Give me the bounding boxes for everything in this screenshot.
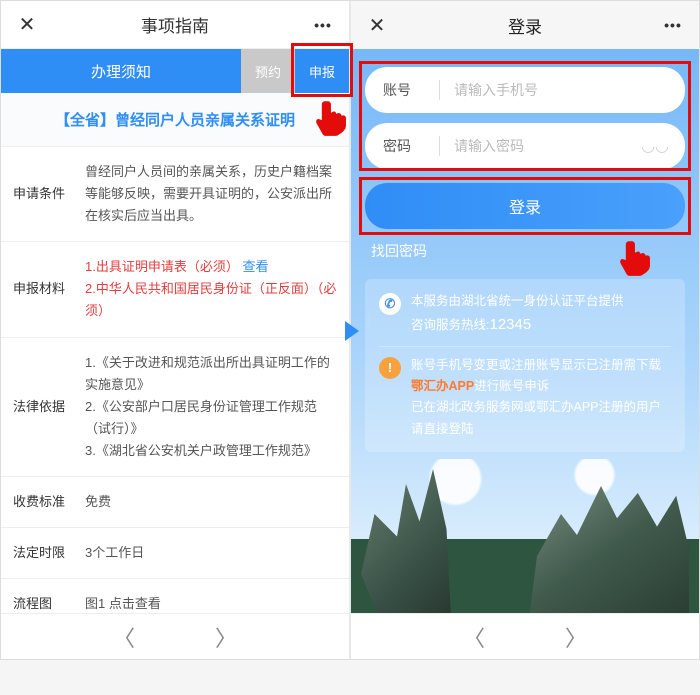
- password-placeholder: 请输入密码: [454, 136, 667, 156]
- account-placeholder: 请输入手机号: [454, 80, 667, 100]
- label-materials: 申报材料: [13, 256, 85, 322]
- row-materials: 申报材料 1.出具证明申请表（必须） 查看 2.中华人民共和国居民身份证（正反面…: [1, 242, 349, 337]
- login-button[interactable]: 登录: [365, 183, 685, 229]
- nav-back-icon[interactable]: 〈: [113, 621, 135, 653]
- tab-reserve[interactable]: 预约: [241, 49, 295, 93]
- info-hotline: ✆ 本服务由湖北省统一身份认证平台提供 咨询服务热线:12345: [379, 291, 671, 338]
- content-materials: 1.出具证明申请表（必须） 查看 2.中华人民共和国居民身份证（正反面）（必须）: [85, 256, 337, 322]
- label-conditions: 申请条件: [13, 161, 85, 227]
- password-label: 密码: [383, 136, 425, 156]
- row-flow: 流程图 图1 点击查看: [1, 579, 349, 613]
- info-warning: ! 账号手机号变更或注册账号显示已注册需下载鄂汇办APP进行账号申诉 已在湖北政…: [379, 346, 671, 440]
- nav-back-icon[interactable]: 〈: [463, 621, 485, 653]
- forgot-password-link[interactable]: 找回密码: [371, 241, 699, 261]
- nav-forward-icon[interactable]: 〉: [565, 621, 587, 653]
- link-view[interactable]: 查看: [242, 259, 268, 274]
- content-fee: 免费: [85, 491, 337, 513]
- close-icon[interactable]: ✕: [365, 13, 389, 38]
- close-icon[interactable]: ✕: [15, 12, 39, 37]
- more-icon[interactable]: •••: [311, 17, 335, 33]
- row-conditions: 申请条件 曾经同户人员间的亲属关系，历史户籍档案等能够反映，需要开具证明的，公安…: [1, 147, 349, 242]
- row-legal: 法律依据 1.《关于改进和规范派出所出具证明工作的实施意见》 2.《公安部户口居…: [1, 338, 349, 477]
- phone-icon: ✆: [379, 293, 401, 315]
- header: ✕ 事项指南 •••: [1, 1, 349, 49]
- tab-apply[interactable]: 申报: [295, 49, 349, 93]
- page-title: 登录: [389, 13, 661, 38]
- nav-forward-icon[interactable]: 〉: [215, 621, 237, 653]
- content-conditions: 曾经同户人员间的亲属关系，历史户籍档案等能够反映，需要开具证明的，公安派出所在核…: [85, 161, 337, 227]
- item-title-banner: 【全省】曾经同户人员亲属关系证明: [1, 93, 349, 147]
- bottom-nav: 〈 〉: [351, 613, 699, 659]
- label-fee: 收费标准: [13, 491, 85, 513]
- tab-bar: 办理须知 预约 申报: [1, 49, 349, 93]
- eye-icon[interactable]: ◡◡: [641, 136, 669, 156]
- row-time: 法定时限 3个工作日: [1, 528, 349, 579]
- label-legal: 法律依据: [13, 352, 85, 462]
- password-input[interactable]: 密码 请输入密码 ◡◡: [365, 123, 685, 169]
- label-time: 法定时限: [13, 542, 85, 564]
- more-icon[interactable]: •••: [661, 17, 685, 33]
- account-input[interactable]: 账号 请输入手机号: [365, 67, 685, 113]
- content-time: 3个工作日: [85, 542, 337, 564]
- account-label: 账号: [383, 80, 425, 100]
- login-screen: ✕ 登录 ••• 账号 请输入手机号 密码 请输入密码 ◡◡: [351, 1, 699, 659]
- login-form: 账号 请输入手机号 密码 请输入密码 ◡◡: [365, 67, 685, 169]
- header: ✕ 登录 •••: [351, 1, 699, 49]
- content-flow[interactable]: 图1 点击查看: [85, 593, 337, 613]
- guide-screen: ✕ 事项指南 ••• 办理须知 预约 申报 【全省】曾经同户人员亲属关系证明 申…: [1, 1, 349, 659]
- warning-icon: !: [379, 357, 401, 379]
- info-card: ✆ 本服务由湖北省统一身份认证平台提供 咨询服务热线:12345 ! 账号手机号…: [365, 279, 685, 452]
- content-legal: 1.《关于改进和规范派出所出具证明工作的实施意见》 2.《公安部户口居民身份证管…: [85, 352, 337, 462]
- next-step-arrow-icon: [345, 321, 359, 341]
- bottom-nav: 〈 〉: [1, 613, 349, 659]
- page-title: 事项指南: [39, 12, 311, 37]
- row-fee: 收费标准 免费: [1, 477, 349, 528]
- tab-notice[interactable]: 办理须知: [1, 49, 241, 93]
- label-flow: 流程图: [13, 593, 85, 613]
